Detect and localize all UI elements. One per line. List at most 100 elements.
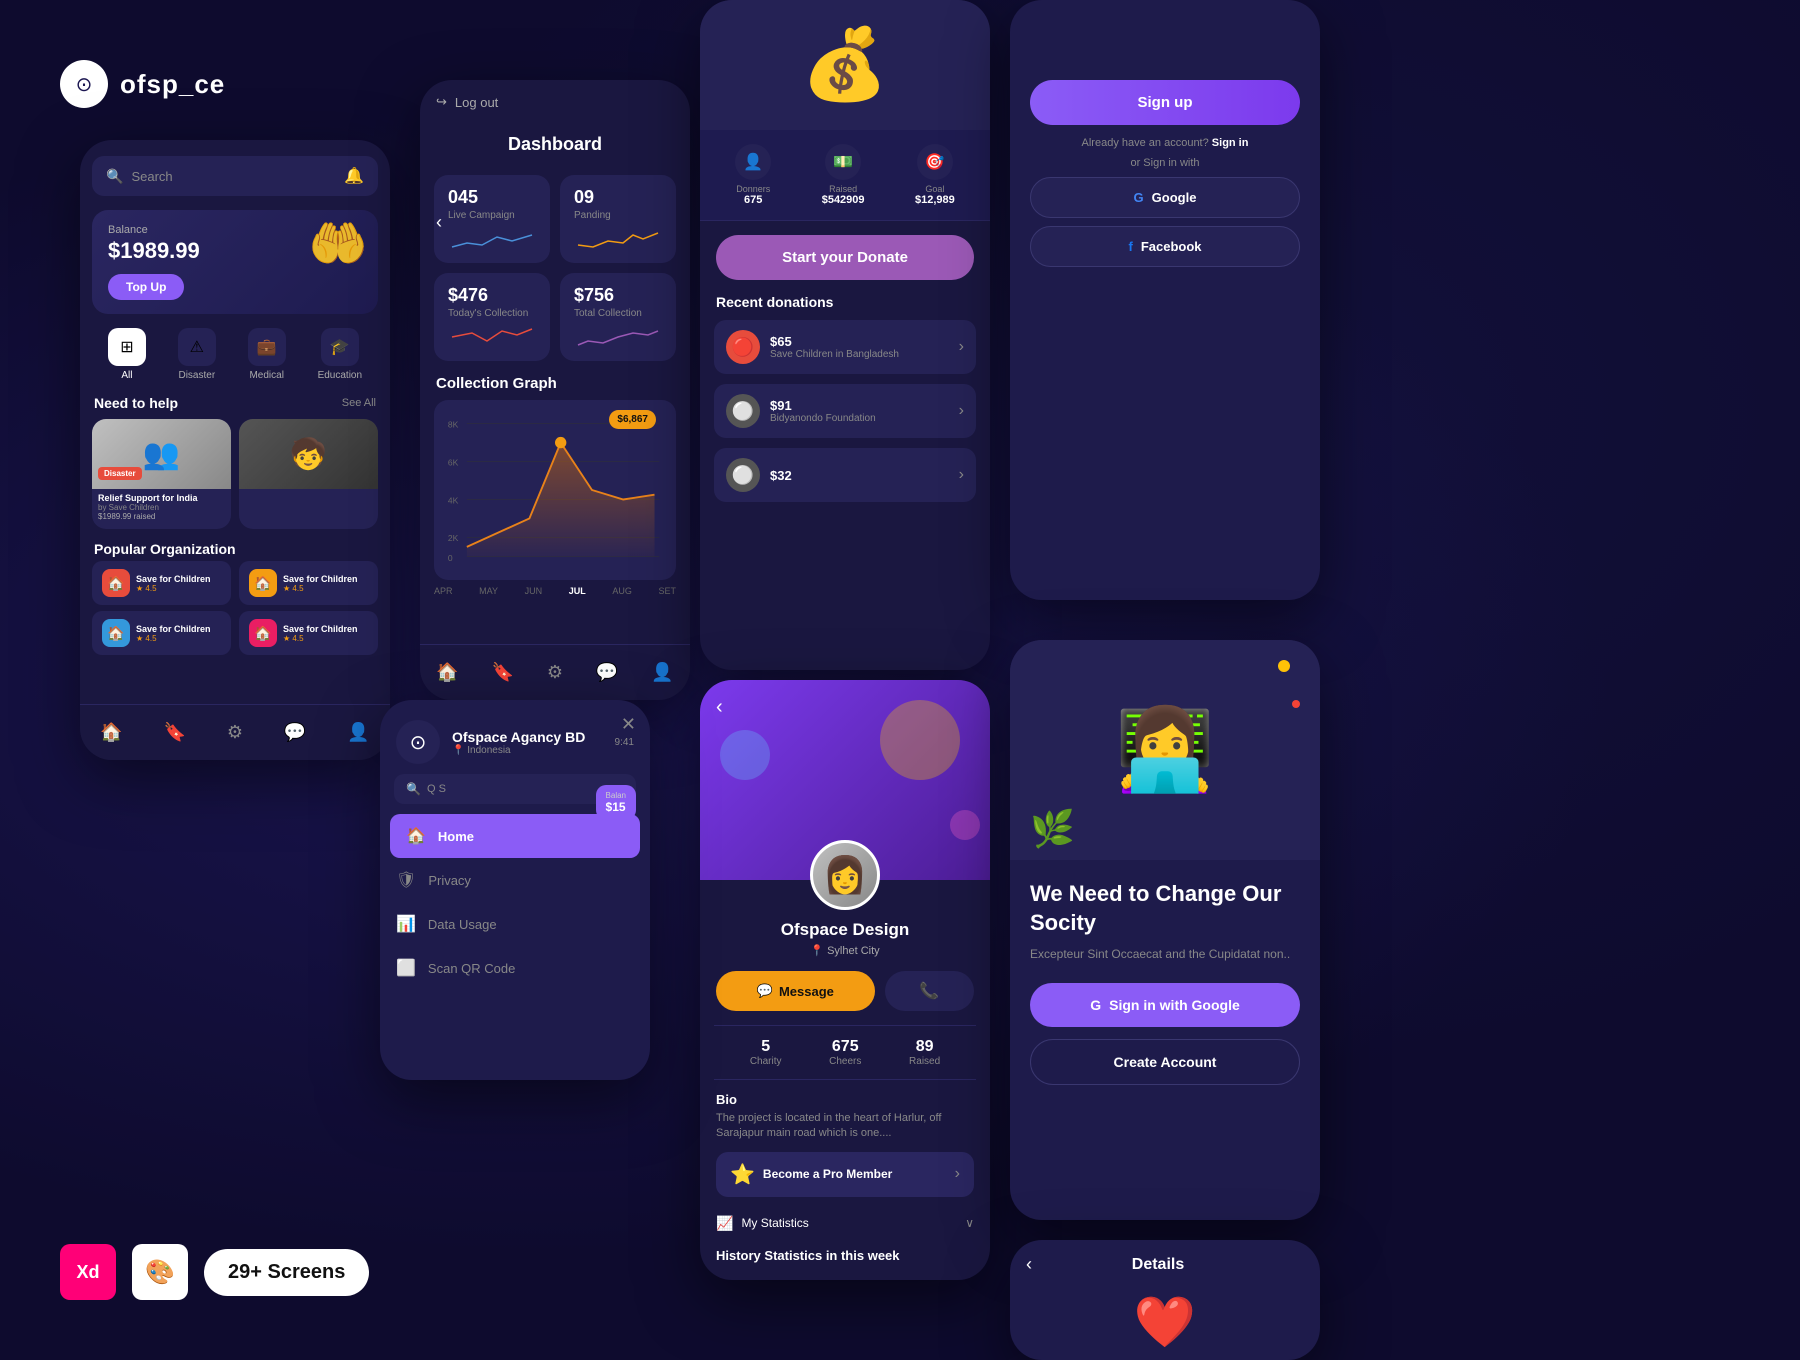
phone-icon: 📞 bbox=[919, 981, 939, 1001]
screen2-dashboard: ↪ Log out ‹ Dashboard 045 Live Campaign … bbox=[420, 80, 690, 700]
donation-avatar-2: ⚪ bbox=[726, 394, 760, 428]
card-amount-1: $1989.99 raised bbox=[98, 512, 225, 521]
donation-amount-3: $32 bbox=[770, 468, 792, 483]
category-education-label: Education bbox=[318, 370, 362, 381]
collection-graph-title: Collection Graph bbox=[436, 375, 674, 392]
today-collection-amount: $476 bbox=[448, 285, 536, 306]
bottom-badges: Xd 🎨 29+ Screens bbox=[60, 1244, 369, 1300]
my-statistics-menu-item[interactable]: 📈 My Statistics ∨ bbox=[716, 1207, 974, 1240]
dash-nav-settings[interactable]: ⚙ bbox=[547, 662, 563, 683]
nav-profile-icon[interactable]: 👤 bbox=[347, 722, 369, 743]
org-name-3: Save for Children bbox=[136, 624, 211, 634]
donors-value: 675 bbox=[735, 194, 771, 206]
donate-hero: 💰 bbox=[700, 0, 990, 130]
org-item-2[interactable]: 🏠 Save for Children ★ 4.5 bbox=[239, 561, 378, 605]
drawer-balance-val: $15 bbox=[606, 800, 626, 814]
dash-nav-home[interactable]: 🏠 bbox=[436, 662, 458, 683]
donate-stats-row: 👤 Donners 675 💵 Raised $542909 🎯 Goal $1… bbox=[700, 130, 990, 221]
donation-arrow-1: › bbox=[959, 338, 964, 356]
org-name-2: Save for Children bbox=[283, 574, 358, 584]
logout-row[interactable]: ↪ Log out bbox=[420, 80, 690, 124]
brand-header: ⊙ ofsp_ce bbox=[60, 60, 225, 108]
org-rating-1: ★ 4.5 bbox=[136, 584, 211, 593]
org-item-4[interactable]: 🏠 Save for Children ★ 4.5 bbox=[239, 611, 378, 655]
donation-item-3[interactable]: ⚪ $32 › bbox=[714, 448, 976, 502]
category-disaster-label: Disaster bbox=[178, 370, 215, 381]
profile-header: ‹ 👩 bbox=[700, 680, 990, 880]
google-signin-change-button[interactable]: G Sign in with Google bbox=[1030, 983, 1300, 1027]
drawer-home-icon: 🏠 bbox=[406, 826, 426, 846]
search-input[interactable]: Search bbox=[131, 169, 336, 184]
call-button[interactable]: 📞 bbox=[885, 971, 974, 1011]
raised-label: Raised bbox=[822, 184, 865, 194]
category-medical[interactable]: 💼 Medical bbox=[248, 328, 286, 381]
signin-link[interactable]: Sign in bbox=[1212, 137, 1249, 149]
drawer-close-button[interactable]: ✕ bbox=[621, 714, 636, 735]
goal-value: $12,989 bbox=[915, 194, 955, 206]
donation-name-2: Bidyanondo Foundation bbox=[770, 413, 876, 424]
org-rating-2: ★ 4.5 bbox=[283, 584, 358, 593]
dash-nav-profile[interactable]: 👤 bbox=[651, 662, 673, 683]
category-all[interactable]: ⊞ All bbox=[108, 328, 146, 381]
dash-nav-chat[interactable]: 💬 bbox=[596, 662, 618, 683]
stat-today-collection: $476 Today's Collection bbox=[434, 273, 550, 361]
collection-graph: 8K 6K 4K 2K 0 $6,867 bbox=[434, 400, 676, 580]
org-avatar-2: 🏠 bbox=[249, 569, 277, 597]
create-account-button[interactable]: Create Account bbox=[1030, 1039, 1300, 1085]
back-button[interactable]: ‹ bbox=[436, 212, 442, 233]
see-all-button[interactable]: See All bbox=[342, 397, 376, 409]
nav-bookmark-icon[interactable]: 🔖 bbox=[164, 722, 186, 743]
bio-text: The project is located in the heart of H… bbox=[716, 1111, 974, 1142]
balance-amount: $1989.99 bbox=[108, 238, 200, 264]
details-back-button[interactable]: ‹ bbox=[1026, 1254, 1032, 1275]
statistics-arrow-icon: ∨ bbox=[965, 1216, 974, 1230]
start-donate-button[interactable]: Start your Donate bbox=[716, 235, 974, 280]
drawer-menu-privacy[interactable]: 🛡 Privacy bbox=[380, 858, 650, 902]
nav-home-icon[interactable]: 🏠 bbox=[100, 722, 122, 743]
screen6-change: 👩‍💻 🌿 We Need to Change Our Socity Excep… bbox=[1010, 640, 1320, 1220]
category-education[interactable]: 🎓 Education bbox=[318, 328, 362, 381]
popular-org-title: Popular Organization bbox=[94, 541, 376, 557]
profile-avatar: 👩 bbox=[810, 840, 880, 910]
category-disaster[interactable]: ⚠ Disaster bbox=[178, 328, 216, 381]
topup-button[interactable]: Top Up bbox=[108, 274, 184, 300]
category-medical-label: Medical bbox=[249, 370, 283, 381]
donation-item-2[interactable]: ⚪ $91 Bidyanondo Foundation › bbox=[714, 384, 976, 438]
figma-badge: 🎨 bbox=[132, 1244, 188, 1300]
org-item-3[interactable]: 🏠 Save for Children ★ 4.5 bbox=[92, 611, 231, 655]
location-pin-small-icon: 📍 bbox=[452, 745, 464, 756]
notification-bell-icon[interactable]: 🔔 bbox=[344, 166, 364, 186]
drawer-menu-data-usage[interactable]: 📊 Data Usage bbox=[380, 902, 650, 946]
total-collection-label: Total Collection bbox=[574, 308, 662, 319]
nav-settings-icon[interactable]: ⚙ bbox=[227, 722, 243, 743]
need-help-header: Need to help See All bbox=[94, 395, 376, 411]
dash-nav-bookmark[interactable]: 🔖 bbox=[492, 662, 514, 683]
all-icon: ⊞ bbox=[108, 328, 146, 366]
or-divider: or Sign in with bbox=[1010, 157, 1320, 169]
total-collection-amount: $756 bbox=[574, 285, 662, 306]
pro-member-banner[interactable]: ⭐ Become a Pro Member › bbox=[716, 1152, 974, 1197]
drawer-data-usage-label: Data Usage bbox=[428, 917, 497, 932]
raised-stat: 89 Raised bbox=[909, 1038, 940, 1067]
drawer-privacy-icon: 🛡 bbox=[396, 870, 416, 890]
campaign-card-2[interactable]: 🧒 bbox=[239, 419, 378, 529]
org-item-1[interactable]: 🏠 Save for Children ★ 4.5 bbox=[92, 561, 231, 605]
donation-item-1[interactable]: 🔴 $65 Save Children in Bangladesh › bbox=[714, 320, 976, 374]
signup-button[interactable]: Sign up bbox=[1030, 80, 1300, 125]
search-bar[interactable]: 🔍 Search 🔔 bbox=[92, 156, 378, 196]
donation-arrow-2: › bbox=[959, 402, 964, 420]
message-button[interactable]: 💬 Message bbox=[716, 971, 875, 1011]
profile-back-button[interactable]: ‹ bbox=[716, 696, 723, 719]
campaign-card-1[interactable]: 👥 Disaster Relief Support for India by S… bbox=[92, 419, 231, 529]
nav-chat-icon[interactable]: 💬 bbox=[284, 722, 306, 743]
google-signin-button[interactable]: G Google bbox=[1030, 177, 1300, 218]
facebook-signin-button[interactable]: f Facebook bbox=[1030, 226, 1300, 267]
coin-illustration: 🤲 bbox=[308, 215, 368, 272]
profile-action-buttons: 💬 Message 📞 bbox=[716, 971, 974, 1011]
change-subtitle: Excepteur Sint Occaecat and the Cupidata… bbox=[1030, 945, 1300, 963]
logout-icon: ↪ bbox=[436, 94, 447, 110]
drawer-menu-home[interactable]: 🏠 Home bbox=[390, 814, 640, 858]
card-sub-1: by Save Children bbox=[98, 503, 225, 512]
drawer-menu-scan-qr[interactable]: ⬜ Scan QR Code bbox=[380, 946, 650, 990]
screen7-details: ‹ Details ❤️ bbox=[1010, 1240, 1320, 1360]
